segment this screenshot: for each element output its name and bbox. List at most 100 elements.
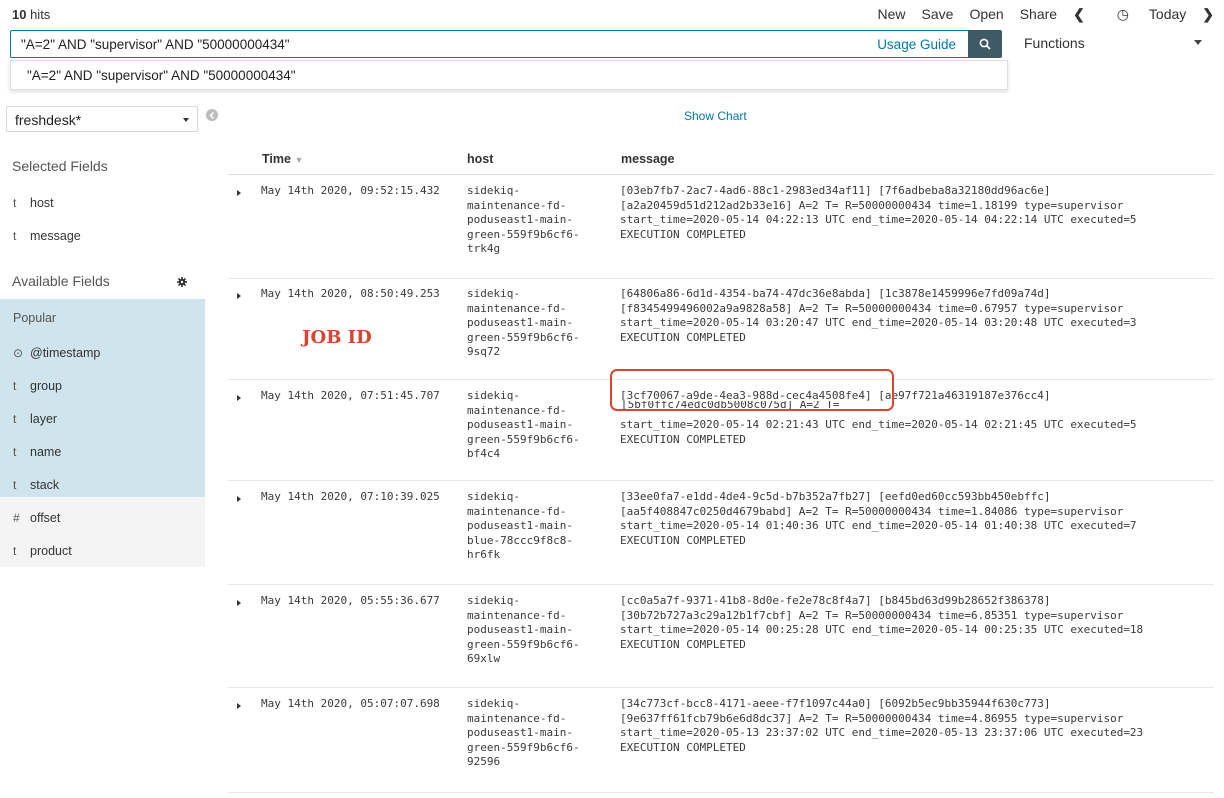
expand-row-icon[interactable] xyxy=(237,395,241,401)
search-query-text[interactable]: "A=2" AND "supervisor" AND "50000000434" xyxy=(21,37,290,52)
field-name: product xyxy=(30,543,72,558)
message-line: EXECUTION COMPLETED xyxy=(620,227,746,241)
previous-time-icon[interactable]: ❮ xyxy=(1073,6,1085,23)
expand-row-icon[interactable] xyxy=(237,703,241,709)
host-line: blue-78ccc9f8c8- xyxy=(467,533,573,547)
host-line: poduseast1-main- xyxy=(467,213,573,226)
field-host[interactable]: t host xyxy=(0,186,205,219)
table-row[interactable]: May 14th 2020, 05:55:36.677 sidekiq-main… xyxy=(228,594,1214,688)
hits-counter: 10 hits xyxy=(12,7,50,22)
open-button[interactable]: Open xyxy=(969,6,1003,23)
message-line: start_time=2020-05-13 23:37:02 UTC end_t… xyxy=(620,726,1144,739)
host-line: 9sq72 xyxy=(467,345,501,358)
host-line: maintenance-fd- xyxy=(467,198,567,212)
sort-down-icon[interactable]: ▼ xyxy=(294,155,303,165)
message-line: start_time=2020-05-14 04:22:13 UTC end_t… xyxy=(620,213,1137,226)
table-row[interactable]: May 14th 2020, 07:10:39.025 sidekiq-main… xyxy=(228,490,1214,585)
table-row[interactable]: May 14th 2020, 08:50:49.253 sidekiq-main… xyxy=(228,287,1214,380)
job-id-annotation: JOB ID xyxy=(302,327,372,348)
row-message: [cc0a5a7f-9371-41b8-8d0e-fe2e78c8f4a7] [… xyxy=(620,594,1210,652)
expand-row-icon[interactable] xyxy=(237,293,241,299)
search-button[interactable] xyxy=(968,30,1002,58)
time-picker-button[interactable]: ◷ Today xyxy=(1101,6,1186,23)
message-line: [aa5f408847c0250d4679babd] A=2 T= R=5000… xyxy=(620,504,1124,518)
field-type-icon: t xyxy=(13,228,17,243)
row-host: sidekiq-maintenance-fd-poduseast1-main-g… xyxy=(467,287,607,360)
expand-row-icon[interactable] xyxy=(237,496,241,502)
row-time: May 14th 2020, 05:55:36.677 xyxy=(261,594,440,607)
clock-icon: ◷ xyxy=(1116,6,1130,22)
row-message: [64806a86-6d1d-4354-ba74-47dc36e8abda] [… xyxy=(620,287,1210,345)
expand-row-icon[interactable] xyxy=(237,190,241,196)
host-line: green-559f9b6cf6- xyxy=(467,432,580,446)
row-message: [34c773cf-bcc8-4171-aeee-f7f1097c44a0] [… xyxy=(620,697,1210,755)
top-bar: 10 hits New Save Open Share ❮ ◷ Today ❯ xyxy=(0,0,1224,30)
message-line: [64806a86-6d1d-4354-ba74-47dc36e8abda] [… xyxy=(620,287,1051,300)
message-line: EXECUTION COMPLETED xyxy=(620,330,746,344)
host-line: maintenance-fd- xyxy=(467,711,567,725)
host-line: poduseast1-main- xyxy=(467,623,573,636)
column-header-message[interactable]: message xyxy=(621,152,675,166)
functions-dropdown[interactable]: Functions xyxy=(1012,30,1214,58)
table-row[interactable]: May 14th 2020, 09:52:15.432 sidekiq-main… xyxy=(228,184,1214,279)
message-line: EXECUTION COMPLETED xyxy=(620,637,746,651)
column-header-time[interactable]: Time ▼ xyxy=(262,152,303,166)
share-button[interactable]: Share xyxy=(1020,6,1057,23)
search-suggestion[interactable]: "A=2" AND "supervisor" AND "50000000434" xyxy=(10,60,1008,90)
host-line: sidekiq- xyxy=(467,389,520,402)
field-message[interactable]: t message xyxy=(0,219,205,252)
functions-label: Functions xyxy=(1024,35,1085,51)
index-pattern-select[interactable]: freshdesk* xyxy=(6,106,198,132)
message-line: EXECUTION COMPLETED xyxy=(620,432,746,446)
next-time-icon[interactable]: ❯ xyxy=(1202,6,1214,23)
search-input[interactable]: "A=2" AND "supervisor" AND "50000000434"… xyxy=(10,30,969,58)
field-name: group xyxy=(30,378,62,393)
field-layer[interactable]: t layer xyxy=(0,402,205,435)
host-line: bf4c4 xyxy=(467,447,501,460)
message-line: [cc0a5a7f-9371-41b8-8d0e-fe2e78c8f4a7] [… xyxy=(620,594,1051,607)
host-line: maintenance-fd- xyxy=(467,504,567,518)
host-line: green-559f9b6cf6- xyxy=(467,330,580,344)
field-type-icon: t xyxy=(13,543,17,558)
collapse-sidebar-icon[interactable] xyxy=(206,109,218,121)
host-line: poduseast1-main- xyxy=(467,519,573,532)
save-button[interactable]: Save xyxy=(922,6,954,23)
sidebar: freshdesk* Selected Fields t host t messag… xyxy=(0,102,205,798)
job-id-highlight-box xyxy=(610,369,894,411)
field-name: stack xyxy=(30,477,60,492)
expand-row-icon[interactable] xyxy=(237,600,241,606)
host-line: sidekiq- xyxy=(467,490,520,503)
gear-icon[interactable] xyxy=(177,277,187,287)
field-timestamp[interactable]: ⊙ @timestamp xyxy=(0,336,205,369)
message-line: [03eb7fb7-2ac7-4ad6-88c1-2983ed34af11] [… xyxy=(620,184,1051,197)
row-time: May 14th 2020, 09:52:15.432 xyxy=(261,184,440,197)
message-line: start_time=2020-05-14 01:40:36 UTC end_t… xyxy=(620,519,1137,532)
row-host: sidekiq-maintenance-fd-poduseast1-main-g… xyxy=(467,594,607,667)
show-chart-link[interactable]: Show Chart xyxy=(684,109,747,123)
field-group[interactable]: t group xyxy=(0,369,205,402)
host-line: trk4g xyxy=(467,242,501,255)
host-line: 92596 xyxy=(467,755,501,768)
chevron-down-icon xyxy=(1194,40,1202,45)
hits-label: hits xyxy=(26,7,51,22)
host-line: 69xlw xyxy=(467,652,501,665)
row-time: May 14th 2020, 07:10:39.025 xyxy=(261,490,440,503)
host-line: green-559f9b6cf6- xyxy=(467,227,580,241)
field-product[interactable]: t product xyxy=(0,534,205,567)
message-line: EXECUTION COMPLETED xyxy=(620,533,746,547)
field-offset[interactable]: # offset xyxy=(0,501,205,534)
field-name-item[interactable]: t name xyxy=(0,435,205,468)
host-line: hr6fk xyxy=(467,548,501,561)
table-row[interactable]: May 14th 2020, 05:07:07.698 sidekiq-main… xyxy=(228,697,1214,793)
field-name: layer xyxy=(30,411,58,426)
usage-guide-link[interactable]: Usage Guide xyxy=(877,37,956,52)
field-stack[interactable]: t stack xyxy=(0,468,205,501)
field-type-icon: t xyxy=(13,411,17,426)
divider xyxy=(228,480,1214,481)
message-line: [30b72b727a3c29a12b1f7cbf] A=2 T= R=5000… xyxy=(620,608,1124,622)
host-line: maintenance-fd- xyxy=(467,608,567,622)
column-header-host[interactable]: host xyxy=(467,152,493,166)
row-host: sidekiq-maintenance-fd-poduseast1-main-g… xyxy=(467,697,607,770)
field-name: offset xyxy=(30,510,61,525)
new-button[interactable]: New xyxy=(878,6,906,23)
